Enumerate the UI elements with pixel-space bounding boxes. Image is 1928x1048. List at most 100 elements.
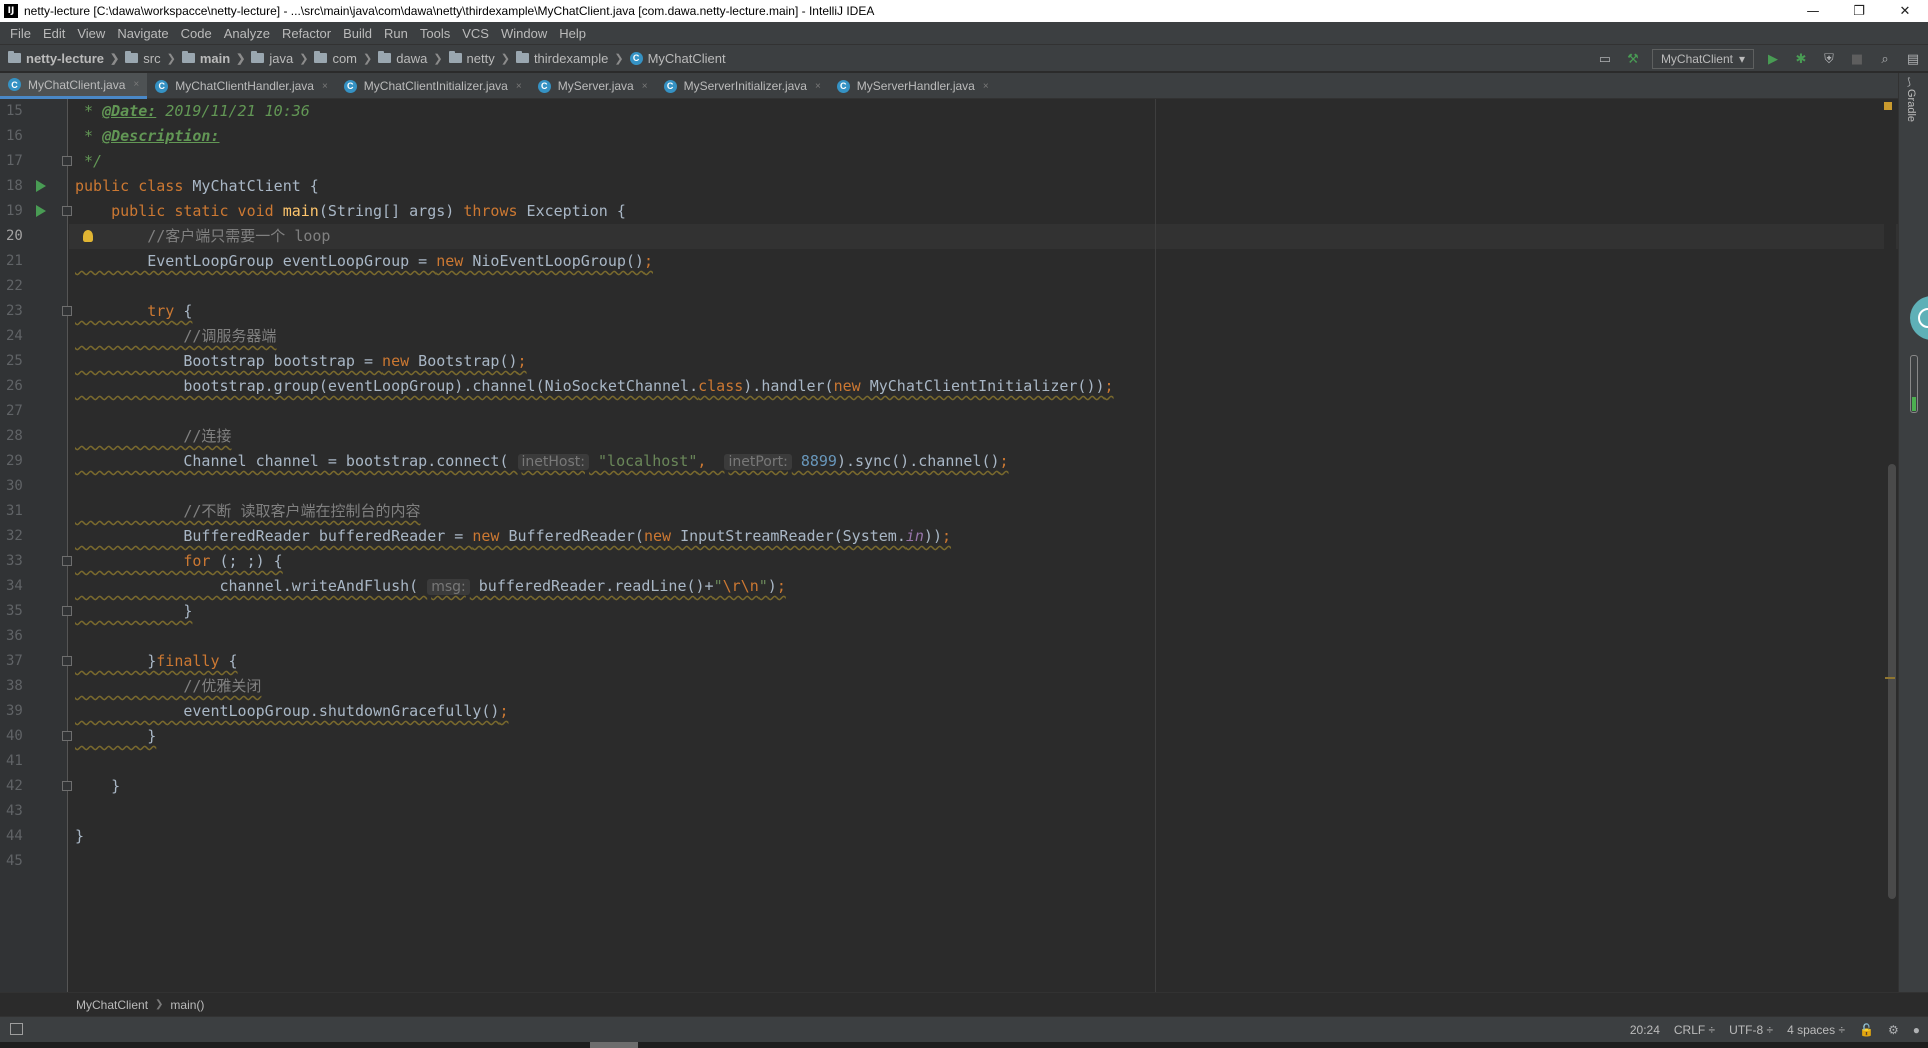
minimize-button[interactable]: — xyxy=(1790,0,1836,22)
breadcrumb-project[interactable]: netty-lecture ❯ xyxy=(8,51,125,66)
indent-select[interactable]: 4 spaces ÷ xyxy=(1787,1023,1845,1037)
code-line: //客户端只需要一个 loop xyxy=(75,227,331,245)
line-number: 25 xyxy=(6,353,23,369)
editor-tabs: C MyChatClient.java × C MyChatClientHandler… xyxy=(0,73,1928,99)
close-tab-icon[interactable]: × xyxy=(983,81,989,92)
fold-icon[interactable] xyxy=(62,206,72,216)
current-line-highlight xyxy=(69,224,1899,249)
class-icon: C xyxy=(537,79,551,93)
fold-icon[interactable] xyxy=(62,156,72,166)
status-bar: 20:24 CRLF ÷ UTF-8 ÷ 4 spaces ÷ 🔓 ⚙ ● xyxy=(0,1016,1928,1042)
line-separator-select[interactable]: CRLF ÷ xyxy=(1674,1023,1715,1037)
event-log-icon[interactable]: ● xyxy=(1913,1023,1920,1037)
fold-icon[interactable] xyxy=(62,731,72,741)
menu-view[interactable]: View xyxy=(71,26,111,41)
close-button[interactable]: ✕ xyxy=(1882,0,1928,22)
folder-icon xyxy=(125,51,139,63)
vertical-scrollbar-thumb[interactable] xyxy=(1888,464,1896,899)
tab-myserver[interactable]: C MyServer.java × xyxy=(530,73,656,99)
stop-icon[interactable]: ■ xyxy=(1848,50,1866,68)
fold-icon[interactable] xyxy=(62,656,72,666)
menu-tools[interactable]: Tools xyxy=(414,26,456,41)
breadcrumb-thirdexample[interactable]: thirdexample ❯ xyxy=(515,51,630,66)
build-hammer-icon[interactable]: ⚒ xyxy=(1624,50,1642,68)
fold-icon[interactable] xyxy=(62,606,72,616)
run-gutter-icon[interactable] xyxy=(36,205,46,217)
memory-indicator[interactable] xyxy=(1910,355,1918,413)
crumb-class[interactable]: MyChatClient xyxy=(76,998,148,1012)
menu-code[interactable]: Code xyxy=(175,26,218,41)
menu-vcs[interactable]: VCS xyxy=(456,26,495,41)
fold-icon[interactable] xyxy=(62,781,72,791)
close-tab-icon[interactable]: × xyxy=(516,81,522,92)
code-line: //连接 xyxy=(75,427,232,445)
menu-window[interactable]: Window xyxy=(495,26,553,41)
line-number: 34 xyxy=(6,578,23,594)
tab-mychatclienthandler[interactable]: C MyChatClientHandler.java × xyxy=(147,73,336,99)
close-tab-icon[interactable]: × xyxy=(322,81,328,92)
class-icon: C xyxy=(836,79,850,93)
layout-icon[interactable]: ▭ xyxy=(1596,50,1614,68)
breadcrumb-com[interactable]: com ❯ xyxy=(314,51,378,66)
crumb-method[interactable]: main() xyxy=(170,998,204,1012)
breadcrumb-main[interactable]: main ❯ xyxy=(181,51,252,66)
close-tab-icon[interactable]: × xyxy=(815,81,821,92)
code-editor[interactable]: 15 16 17 18 19 20 21 22 23 24 25 26 27 2… xyxy=(0,99,1928,992)
tab-myserverhandler[interactable]: C MyServerHandler.java × xyxy=(829,73,997,99)
code-line: Channel channel = bootstrap.connect( ine… xyxy=(75,452,1009,470)
menu-analyze[interactable]: Analyze xyxy=(218,26,276,41)
inspection-icon[interactable]: ⚙ xyxy=(1888,1023,1899,1037)
menu-build[interactable]: Build xyxy=(337,26,378,41)
menu-refactor[interactable]: Refactor xyxy=(276,26,337,41)
line-number: 39 xyxy=(6,703,23,719)
menu-edit[interactable]: Edit xyxy=(37,26,71,41)
taskbar-strip xyxy=(0,1042,1928,1048)
tab-mychatclient[interactable]: C MyChatClient.java × xyxy=(0,73,148,99)
warning-indicator-icon[interactable] xyxy=(1884,102,1892,110)
menu-navigate[interactable]: Navigate xyxy=(111,26,174,41)
gradle-tool-button[interactable]: Gradle xyxy=(1905,89,1917,122)
menu-help[interactable]: Help xyxy=(553,26,592,41)
code-line: * @Date: 2019/11/21 10:36 xyxy=(75,102,310,120)
breadcrumb-src[interactable]: src ❯ xyxy=(125,51,182,66)
coverage-icon[interactable]: ⛨ xyxy=(1820,50,1838,68)
line-number: 27 xyxy=(6,403,23,419)
close-tab-icon[interactable]: × xyxy=(642,81,648,92)
project-structure-icon[interactable]: ▤ xyxy=(1904,50,1922,68)
editor-breadcrumbs: MyChatClient ❯ main() xyxy=(0,992,1928,1016)
breadcrumb-class[interactable]: C MyChatClient xyxy=(629,51,726,66)
fold-icon[interactable] xyxy=(62,556,72,566)
folder-icon xyxy=(314,51,328,63)
menu-file[interactable]: File xyxy=(4,26,37,41)
tab-myserverinitializer[interactable]: C MyServerInitializer.java × xyxy=(656,73,829,99)
run-icon[interactable]: ▶ xyxy=(1764,50,1782,68)
code-line: try { xyxy=(75,302,193,320)
caret-position[interactable]: 20:24 xyxy=(1630,1023,1660,1037)
line-number: 23 xyxy=(6,303,23,319)
encoding-select[interactable]: UTF-8 ÷ xyxy=(1729,1023,1773,1037)
tool-windows-toggle-icon[interactable] xyxy=(10,1023,23,1035)
tab-mychatclientinitializer[interactable]: C MyChatClientInitializer.java × xyxy=(336,73,530,99)
line-number: 45 xyxy=(6,853,23,869)
project-folder-icon xyxy=(8,51,21,63)
lock-icon[interactable]: 🔓 xyxy=(1859,1023,1874,1037)
breadcrumb-netty[interactable]: netty ❯ xyxy=(448,51,516,66)
code-line: eventLoopGroup.shutdownGracefully(); xyxy=(75,702,509,720)
debug-icon[interactable]: ✱ xyxy=(1792,50,1810,68)
run-configuration-select[interactable]: MyChatClient ▾ xyxy=(1651,49,1754,69)
breadcrumb-dawa[interactable]: dawa ❯ xyxy=(378,51,448,66)
code-line: bootstrap.group(eventLoopGroup).channel(… xyxy=(75,377,1114,395)
close-tab-icon[interactable]: × xyxy=(133,79,139,90)
restore-button[interactable]: ❐ xyxy=(1836,0,1882,22)
line-number: 16 xyxy=(6,128,23,144)
run-gutter-icon[interactable] xyxy=(36,180,46,192)
error-stripe-mark[interactable] xyxy=(1885,677,1895,679)
search-icon[interactable]: ⌕ xyxy=(1876,50,1894,68)
fold-icon[interactable] xyxy=(62,306,72,316)
toolbar-right: ▭ ⚒ MyChatClient ▾ ▶ ✱ ⛨ ■ ⌕ ▤ xyxy=(1596,45,1922,73)
menu-run[interactable]: Run xyxy=(378,26,414,41)
right-tool-window-bar: ⟆ Gradle xyxy=(1898,73,1928,992)
code-line: BufferedReader bufferedReader = new Buff… xyxy=(75,527,952,545)
line-number: 40 xyxy=(6,728,23,744)
breadcrumb-java[interactable]: java ❯ xyxy=(251,51,314,66)
